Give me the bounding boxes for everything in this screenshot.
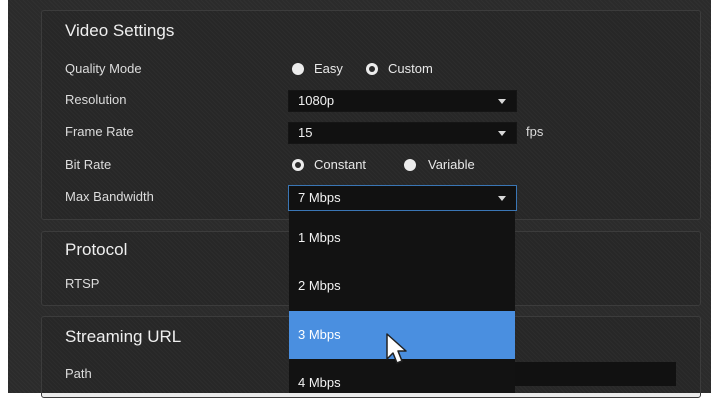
bitrate-constant-radio[interactable] [292, 159, 304, 171]
frame-rate-label: Frame Rate [65, 124, 134, 139]
max-bandwidth-select[interactable]: 7 Mbps [288, 185, 517, 211]
bitrate-variable-radio[interactable] [404, 159, 416, 171]
resolution-label: Resolution [65, 92, 127, 107]
dropdown-option-2mbps[interactable]: 2 Mbps [289, 262, 515, 310]
bitrate-constant-label[interactable]: Constant [314, 157, 366, 172]
streaming-url-title: Streaming URL [65, 327, 182, 346]
chevron-down-icon [498, 99, 506, 104]
quality-mode-label: Quality Mode [65, 61, 142, 76]
rtsp-label: RTSP [65, 276, 100, 291]
dropdown-option-1mbps[interactable]: 1 Mbps [289, 214, 515, 262]
frame-rate-value: 15 [298, 125, 313, 140]
quality-easy-radio[interactable] [292, 63, 304, 75]
bit-rate-label: Bit Rate [65, 157, 112, 172]
protocol-title: Protocol [65, 240, 128, 259]
resolution-select[interactable]: 1080p [288, 90, 517, 112]
video-settings-title: Video Settings [65, 21, 175, 40]
frame-rate-select[interactable]: 15 [288, 122, 517, 144]
quality-easy-label[interactable]: Easy [314, 61, 343, 76]
max-bandwidth-value: 7 Mbps [298, 190, 341, 205]
chevron-down-icon [498, 131, 506, 136]
path-label: Path [65, 366, 92, 381]
chevron-down-icon [498, 196, 506, 201]
quality-custom-radio[interactable] [366, 63, 378, 75]
max-bandwidth-label: Max Bandwidth [65, 189, 154, 204]
frame-rate-unit: fps [526, 124, 544, 139]
mouse-pointer-icon [386, 333, 407, 364]
quality-custom-label[interactable]: Custom [388, 61, 433, 76]
resolution-value: 1080p [298, 93, 335, 108]
bitrate-variable-label[interactable]: Variable [428, 157, 475, 172]
